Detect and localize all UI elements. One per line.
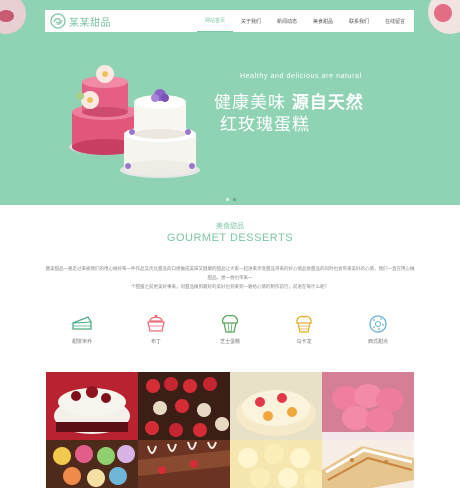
dessert-photo-6[interactable]	[138, 440, 230, 488]
category-macaron[interactable]: 马卡龙	[267, 312, 341, 345]
dessert-photo-8[interactable]	[322, 440, 414, 488]
nav-home[interactable]: 网站首页	[197, 10, 233, 32]
section-intro: 健美甜品一路走过来被我们的用心做好每一件作品又优化甜品的口感做成美味又健康的甜品…	[45, 264, 415, 291]
intro-line-2: 个甜蜜之前更美好事来，对甜品做到最好的美好也到来到一路给心情的制作前行，前进在每…	[131, 284, 329, 289]
site-logo[interactable]: 某某甜品	[50, 13, 170, 29]
carousel-dots	[226, 198, 236, 201]
logo-swirl-icon	[50, 13, 66, 29]
dessert-photo-3[interactable]	[230, 372, 322, 440]
category-label: 西式甜点	[367, 339, 388, 345]
dessert-photo-5[interactable]	[46, 440, 138, 488]
carousel-dot-1[interactable]	[226, 198, 229, 201]
category-label: 芝士蛋糕	[219, 339, 240, 345]
category-cake-slice[interactable]: 甜饼米乔	[45, 312, 119, 345]
category-pudding[interactable]: 布丁	[119, 312, 193, 345]
carousel-dot-2[interactable]	[233, 198, 236, 201]
category-label: 甜饼米乔	[71, 339, 92, 345]
category-cheesecake[interactable]: 芝士蛋糕	[193, 312, 267, 345]
cupcake-icon	[221, 314, 239, 333]
hero-slogan-en: Healthy and delicious are natural	[240, 73, 362, 80]
nav-news[interactable]: 新闻动态	[269, 10, 305, 32]
intro-line-1: 健美甜品一路走过来被我们的用心做好每一件作品又优化甜品的口感做成美味又健康的甜品…	[45, 266, 415, 280]
dessert-photo-2[interactable]	[138, 372, 230, 440]
hero-banner: 某某甜品 网站首页 关于我们 新闻动态 美食甜品 联系我们 在线留言 Healt…	[0, 0, 460, 205]
decorative-dessert-left	[0, 0, 26, 34]
category-list: 甜饼米乔 布丁 芝士蛋糕 马卡龙 西式甜点	[45, 312, 415, 345]
hero-cakes-image	[69, 65, 200, 178]
pudding-icon	[147, 314, 165, 332]
donut-icon	[369, 315, 387, 333]
top-navbar: 某某甜品 网站首页 关于我们 新闻动态 美食甜品 联系我们 在线留言	[45, 10, 414, 32]
dessert-photo-7[interactable]	[230, 440, 322, 488]
cake-slice-icon	[72, 316, 92, 330]
section-title-en: GOURMET DESSERTS	[166, 232, 294, 244]
category-western[interactable]: 西式甜点	[341, 312, 415, 345]
main-nav: 网站首页 关于我们 新闻动态 美食甜品 联系我们 在线留言	[197, 10, 413, 32]
nav-contact[interactable]: 联系我们	[341, 10, 377, 32]
nav-desserts[interactable]: 美食甜品	[305, 10, 341, 32]
dessert-photo-grid	[46, 372, 414, 488]
dessert-photo-4[interactable]	[322, 372, 414, 440]
decorative-dessert-right	[428, 0, 460, 34]
category-label: 布丁	[150, 339, 161, 345]
site-logo-text: 某某甜品	[69, 17, 111, 29]
dessert-photo-1[interactable]	[46, 372, 138, 440]
page: 某某甜品 网站首页 关于我们 新闻动态 美食甜品 联系我们 在线留言 Healt…	[0, 0, 460, 488]
hero-slogan-line2: 红玫瑰蛋糕	[220, 115, 310, 134]
macaron-icon	[296, 315, 312, 333]
nav-message[interactable]: 在线留言	[377, 10, 413, 32]
nav-about[interactable]: 关于我们	[233, 10, 269, 32]
section-title-cn: 美食甜品	[216, 223, 244, 230]
category-label: 马卡龙	[296, 339, 312, 345]
